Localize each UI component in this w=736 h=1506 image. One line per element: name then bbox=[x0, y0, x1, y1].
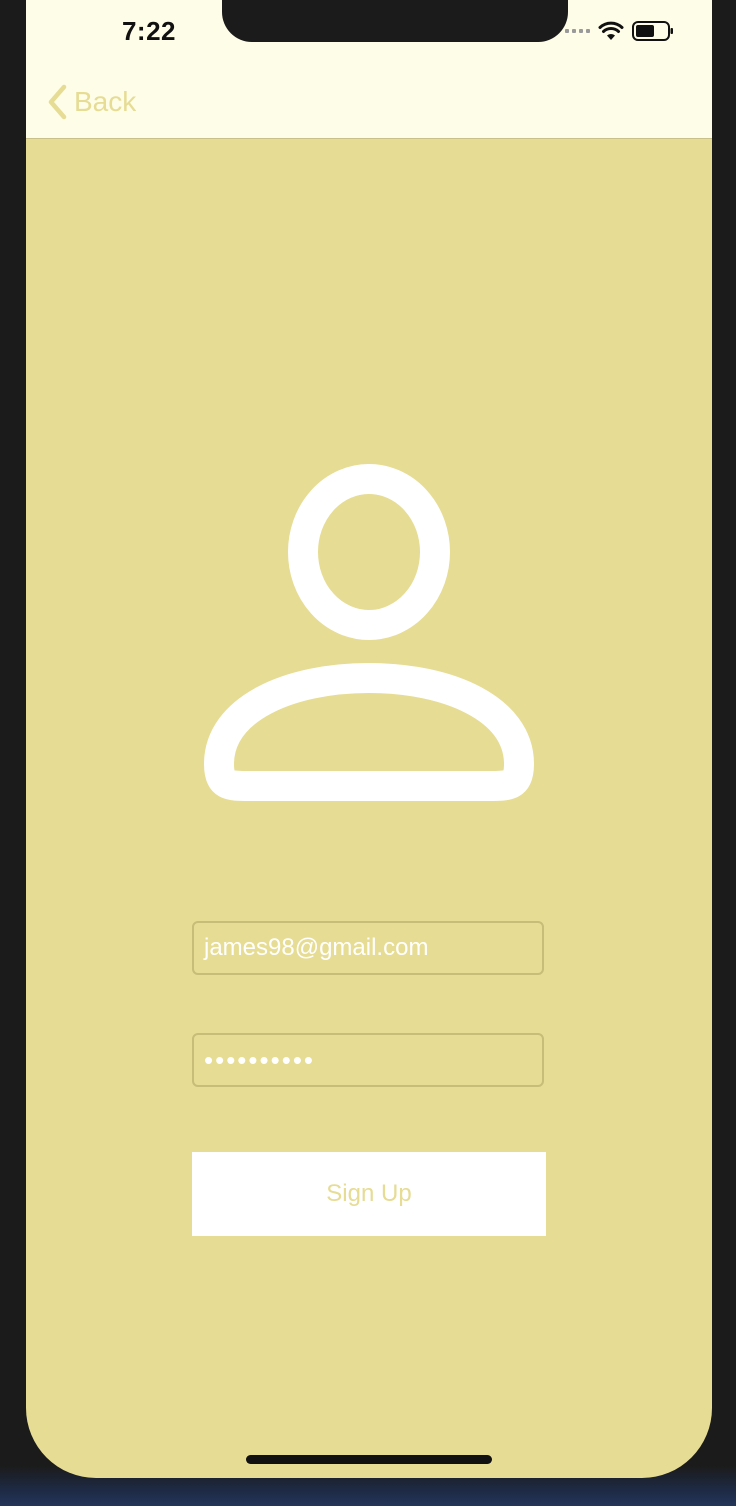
battery-icon bbox=[632, 21, 673, 41]
password-field[interactable]: •••••••••• bbox=[192, 1033, 544, 1087]
person-outline-icon bbox=[204, 464, 534, 801]
home-indicator bbox=[246, 1455, 492, 1464]
sign-up-button[interactable]: Sign Up bbox=[192, 1152, 546, 1236]
email-field[interactable]: james98@gmail.com bbox=[192, 921, 544, 975]
status-time: 7:22 bbox=[121, 16, 177, 46]
back-button[interactable]: Back bbox=[46, 84, 136, 120]
signal-icon bbox=[565, 29, 590, 33]
device-notch bbox=[222, 0, 568, 42]
wifi-icon bbox=[598, 21, 624, 40]
status-icons bbox=[565, 20, 674, 42]
back-label: Back bbox=[74, 86, 137, 117]
app-screen: 7:22 Back james98@gmail.com •••••••••• S… bbox=[26, 0, 712, 1478]
chevron-left-icon bbox=[48, 84, 67, 120]
